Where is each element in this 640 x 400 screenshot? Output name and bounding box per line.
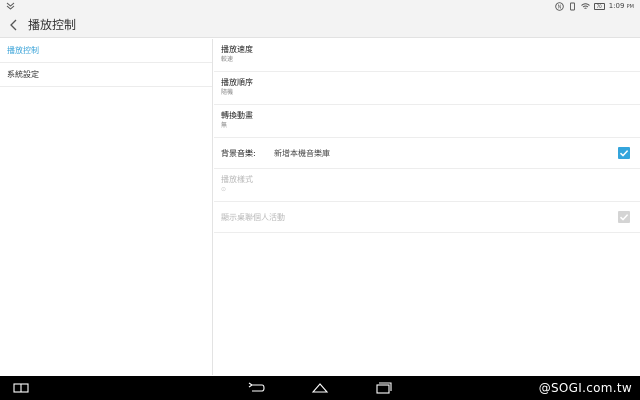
- nav-back-button[interactable]: [247, 380, 265, 396]
- recent-apps-button[interactable]: [375, 380, 393, 396]
- background-music-checkbox[interactable]: [618, 147, 630, 159]
- recent-split-icon: [13, 383, 29, 393]
- vibrate-icon: [569, 2, 575, 11]
- pref-summary: 隨機: [221, 89, 234, 96]
- pref-playback-order[interactable]: 播放順序 隨機: [214, 72, 640, 105]
- pref-title: 播放速度: [221, 45, 253, 54]
- pref-show-friends-activity: 顯示桌聯個人活動: [214, 202, 640, 233]
- svg-text:N: N: [557, 4, 561, 10]
- home-button[interactable]: [311, 380, 329, 396]
- battery-icon: 70: [593, 3, 605, 10]
- settings-detail: 播放速度 較速 播放順序 隨機 轉換動畫 無 背景音樂: 新增本機音樂庫 播放樣…: [214, 39, 640, 375]
- pref-label: 背景音樂:: [221, 149, 256, 158]
- split-screen-button[interactable]: [12, 380, 30, 396]
- pref-title: 轉換動畫: [221, 111, 253, 120]
- page-title: 播放控制: [28, 18, 77, 32]
- clock: 1:09 PM: [608, 1, 634, 10]
- settings-sidebar: 播放控制 系統設定: [0, 39, 213, 375]
- pref-value: 新增本機音樂庫: [274, 149, 330, 158]
- sidebar-item-system-settings[interactable]: 系統設定: [0, 63, 212, 87]
- pref-playback-speed[interactable]: 播放速度 較速: [214, 39, 640, 72]
- status-icons: N 70 1:09 PM: [554, 1, 634, 12]
- pref-summary: ⊙: [221, 186, 227, 193]
- status-bar: N 70 1:09 PM: [0, 0, 640, 13]
- show-friends-checkbox: [618, 211, 630, 223]
- wifi-icon: [580, 3, 590, 9]
- pref-title: 播放順序: [221, 78, 253, 87]
- pref-playback-style: 播放樣式 ⊙: [214, 169, 640, 202]
- pref-title: 播放樣式: [221, 175, 253, 184]
- sidebar-item-playback-control[interactable]: 播放控制: [0, 39, 212, 63]
- back-button[interactable]: [6, 17, 22, 33]
- navigation-bar: @SOGI.com.tw: [0, 376, 640, 400]
- back-icon: [248, 382, 265, 392]
- pref-background-music[interactable]: 背景音樂: 新增本機音樂庫: [214, 138, 640, 169]
- toolbar: 播放控制: [0, 13, 640, 38]
- checkmark-icon: [619, 150, 629, 157]
- carrier-icon: [6, 2, 15, 10]
- home-icon: [311, 383, 329, 393]
- nfc-icon: N: [554, 2, 564, 11]
- pref-title: 顯示桌聯個人活動: [221, 213, 285, 222]
- recent-apps-icon: [376, 382, 392, 394]
- watermark: @SOGI.com.tw: [538, 381, 632, 395]
- checkmark-icon: [619, 214, 629, 221]
- chevron-left-icon: [10, 19, 17, 31]
- pref-summary: 無: [221, 122, 228, 129]
- pref-summary: 較速: [221, 56, 234, 63]
- pref-transition-animation[interactable]: 轉換動畫 無: [214, 105, 640, 138]
